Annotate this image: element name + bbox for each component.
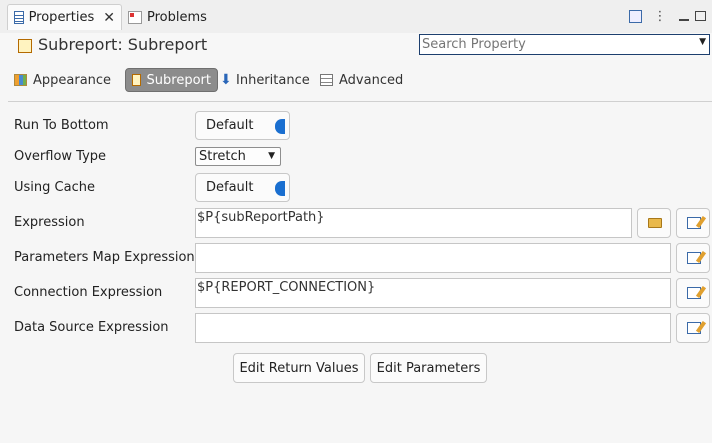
edit-expression-icon [687,217,701,229]
view-menu-icon[interactable]: ⋮ [654,9,667,24]
edit-expression-icon [687,322,701,334]
data-source-expression-label: Data Source Expression [14,320,169,335]
section-tab-label: Subreport [146,72,211,88]
arrow-down-icon: ⬇ [220,72,232,88]
toggle-knob-icon [275,119,285,134]
edit-expression-icon [687,252,701,264]
search-input[interactable] [422,37,692,52]
run-to-bottom-value: Default [206,118,254,133]
parameters-map-editor-button[interactable] [676,243,710,273]
chevron-down-icon[interactable]: ▼ [699,37,706,47]
section-tab-advanced[interactable]: Advanced [314,68,410,92]
parameters-map-expression-field[interactable] [195,243,671,273]
pin-view-icon[interactable] [628,9,642,23]
tab-problems-label: Problems [147,9,207,25]
section-tab-label: Appearance [33,72,112,88]
search-property-box[interactable]: ▼ [419,34,710,55]
tab-properties-label: Properties [28,10,95,25]
section-tab-subreport[interactable]: Subreport [125,68,218,92]
connection-expression-field[interactable]: $P{REPORT_CONNECTION} [195,278,671,308]
subreport-icon [18,39,32,53]
connection-expression-editor-button[interactable] [676,278,710,308]
section-tab-appearance[interactable]: Appearance [8,68,120,92]
subreport-icon [132,74,141,86]
overflow-type-value: Stretch [199,149,246,164]
table-icon [320,74,333,86]
expression-field[interactable]: $P{subReportPath} [195,208,632,238]
edit-expression-icon [687,287,701,299]
expression-label: Expression [14,215,85,230]
data-source-expression-editor-button[interactable] [676,313,710,343]
close-icon[interactable]: ✕ [103,10,115,26]
problems-icon [128,10,142,24]
using-cache-value: Default [206,180,254,195]
section-tab-label: Advanced [339,72,404,88]
maximize-icon[interactable] [694,9,706,23]
page-title: Subreport: Subreport [38,35,208,54]
run-to-bottom-toggle[interactable]: Default [195,111,290,140]
section-tab-inheritance[interactable]: ⬇ Inheritance [214,68,314,92]
minimize-icon[interactable] [678,9,690,23]
connection-expression-label: Connection Expression [14,285,163,300]
tab-properties[interactable]: Properties ✕ [7,4,122,30]
data-source-expression-field[interactable] [195,313,671,343]
folder-icon [648,218,662,228]
chevron-down-icon: ▼ [268,151,275,161]
overflow-type-select[interactable]: Stretch ▼ [195,147,281,166]
using-cache-toggle[interactable]: Default [195,173,290,202]
parameters-map-expression-label: Parameters Map Expression [14,250,195,265]
toggle-knob-icon [275,181,285,196]
browse-button[interactable] [637,208,671,238]
overflow-type-label: Overflow Type [14,149,107,164]
section-tab-label: Inheritance [236,72,310,88]
edit-parameters-button[interactable]: Edit Parameters [370,353,487,383]
tab-problems[interactable]: Problems [122,4,222,30]
divider [8,101,712,102]
properties-icon [14,11,24,24]
using-cache-label: Using Cache [14,180,95,195]
run-to-bottom-label: Run To Bottom [14,118,109,133]
appearance-icon [14,74,27,86]
expression-editor-button[interactable] [676,208,710,238]
edit-return-values-button[interactable]: Edit Return Values [233,353,365,383]
